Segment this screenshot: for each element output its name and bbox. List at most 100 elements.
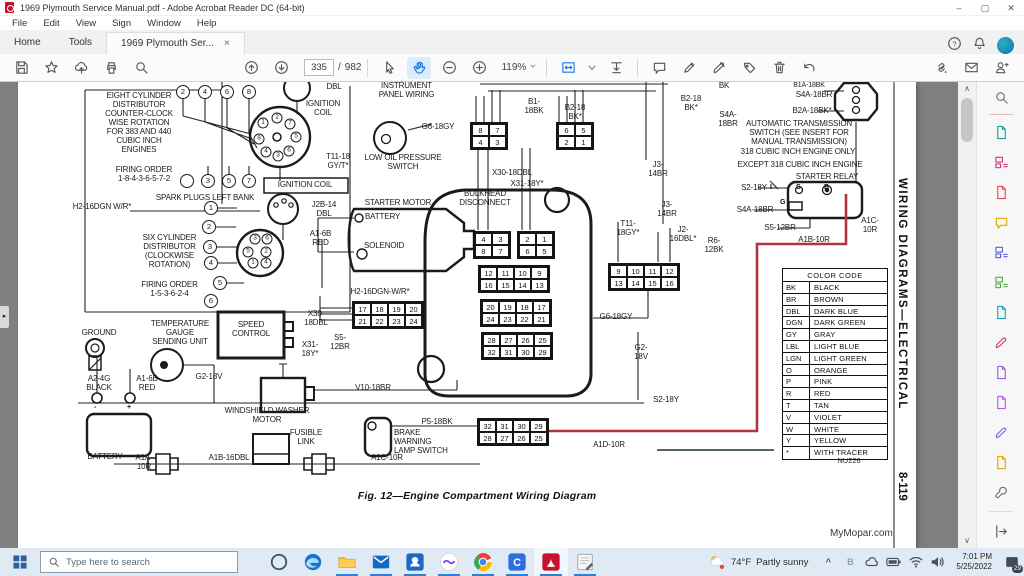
minimize-button[interactable]: – [946, 0, 972, 16]
start-button[interactable] [0, 548, 40, 576]
next-page-button[interactable] [269, 57, 293, 79]
volume-icon[interactable] [928, 548, 948, 576]
rail-tool-scan-ocr[interactable] [977, 297, 1024, 327]
taskbar-app-teams-app[interactable] [398, 548, 432, 576]
page-fit-caret[interactable] [586, 57, 598, 79]
taskbar-app-sticky-notes[interactable] [568, 548, 602, 576]
rail-tool-collapse-rail[interactable] [977, 516, 1024, 546]
rail-tool-compress-pdf[interactable] [977, 387, 1024, 417]
page-fit-button[interactable] [556, 57, 580, 79]
connector-cell: 14 [514, 279, 531, 291]
share-people-button[interactable] [989, 57, 1013, 79]
vertical-scrollbar[interactable]: ∧ ∨ [958, 82, 976, 548]
menu-item-sign[interactable]: Sign [104, 18, 139, 29]
taskbar-app-chrome[interactable] [466, 548, 500, 576]
sign-button[interactable] [707, 57, 731, 79]
rail-tool-protect[interactable] [977, 357, 1024, 387]
tab-home[interactable]: Home [0, 30, 55, 54]
comment-button[interactable] [647, 57, 671, 79]
title-bar: 1969 Plymouth Service Manual.pdf - Adobe… [0, 0, 1024, 16]
zoom-level-select[interactable]: 119% [498, 61, 540, 74]
diagram-label: S5- 12BR [320, 334, 360, 352]
connector-cell: 8 [472, 124, 489, 136]
share-link-button[interactable] [929, 57, 953, 79]
find-button[interactable] [129, 57, 153, 79]
rail-tool-search-document[interactable] [977, 82, 1024, 112]
color-code-name: LIGHT BLUE [810, 341, 860, 352]
taskbar-app-cortana[interactable] [262, 548, 296, 576]
rail-tool-request-signatures[interactable] [977, 447, 1024, 477]
taskbar-app-acrobat[interactable] [534, 548, 568, 576]
taskbar-app-file-explorer[interactable] [330, 548, 364, 576]
weather-widget[interactable]: 74°F Partly sunny [700, 553, 816, 571]
taskbar-app-c-app[interactable]: C [500, 548, 534, 576]
print-button[interactable] [99, 57, 123, 79]
spark-plug-number: 3 [250, 234, 261, 245]
connector-cell: 2 [558, 136, 575, 148]
chevron-down-icon [529, 62, 537, 73]
connector-cell: 12 [661, 265, 678, 277]
tab-tools[interactable]: Tools [55, 30, 106, 54]
diagram-label: BATTERY [365, 213, 423, 222]
menu-item-help[interactable]: Help [189, 18, 225, 29]
menu-item-view[interactable]: View [68, 18, 104, 29]
zoom-in-button[interactable] [467, 57, 491, 79]
delete-button[interactable] [767, 57, 791, 79]
favorite-star-button[interactable] [39, 57, 63, 79]
help-icon[interactable]: ? [947, 36, 962, 54]
taskbar-app-round-app[interactable] [432, 548, 466, 576]
email-button[interactable] [959, 57, 983, 79]
zoom-out-button[interactable] [437, 57, 461, 79]
rail-tool-redact[interactable] [977, 327, 1024, 357]
tab-1969-plymouth-ser-[interactable]: 1969 Plymouth Ser...× [106, 32, 245, 54]
rail-tool-create-pdf[interactable] [977, 177, 1024, 207]
menu-item-window[interactable]: Window [139, 18, 189, 29]
taskbar-search[interactable]: Type here to search [40, 551, 238, 573]
maximize-button[interactable]: ▢ [972, 0, 998, 16]
fill-sign-button[interactable] [737, 57, 761, 79]
spark-plug-number: 5 [222, 174, 236, 188]
wifi-icon[interactable] [906, 548, 926, 576]
select-tool-button[interactable] [377, 57, 401, 79]
menu-item-file[interactable]: File [4, 18, 35, 29]
taskbar-app-mail[interactable] [364, 548, 398, 576]
tab-close-icon[interactable]: × [224, 38, 230, 49]
connector-cell: 30 [517, 346, 534, 358]
rail-tool-comment[interactable] [977, 207, 1024, 237]
user-avatar[interactable] [997, 37, 1014, 54]
onedrive-cloud-icon[interactable] [862, 548, 882, 576]
scroll-up-arrow[interactable]: ∧ [958, 82, 976, 96]
notification-bell-icon[interactable] [972, 36, 987, 54]
left-panel-toggle[interactable]: ▸ [0, 306, 9, 328]
taskbar-clock[interactable]: 7:01 PM 5/25/2022 [950, 552, 998, 572]
close-button[interactable]: ✕ [998, 0, 1024, 16]
rail-tool-organize-pages[interactable] [977, 267, 1024, 297]
diagram-label: SPARK PLUGS LEFT BANK [116, 194, 294, 203]
rail-tool-export-pdf[interactable] [977, 117, 1024, 147]
menu-item-edit[interactable]: Edit [35, 18, 67, 29]
ruler-tool-button[interactable] [604, 57, 628, 79]
rail-tool-more-tools[interactable] [977, 477, 1024, 507]
scrollbar-thumb[interactable] [961, 98, 973, 142]
battery-icon[interactable] [884, 548, 904, 576]
connector-cell: 25 [534, 334, 551, 346]
color-code-row: VVIOLET [783, 412, 887, 424]
tray-chevron[interactable]: ^ [818, 548, 838, 576]
rail-tool-fill-and-sign[interactable] [977, 417, 1024, 447]
upload-cloud-button[interactable] [69, 57, 93, 79]
previous-page-button[interactable] [239, 57, 263, 79]
diagram-label: J2B-14 DBL [299, 201, 349, 219]
hand-tool-button[interactable] [407, 57, 431, 79]
tray-app-b[interactable]: B [840, 548, 860, 576]
undo-button[interactable] [797, 57, 821, 79]
highlight-button[interactable] [677, 57, 701, 79]
spark-plug-number: 7 [242, 174, 256, 188]
save-button[interactable] [9, 57, 33, 79]
action-center-icon[interactable]: 29 [1000, 548, 1024, 576]
taskbar-app-edge[interactable] [296, 548, 330, 576]
rail-tool-edit-pdf[interactable] [977, 147, 1024, 177]
page-number-input[interactable] [304, 59, 334, 76]
rail-tool-combine-files[interactable] [977, 237, 1024, 267]
margin-title: WIRING DIAGRAMS—ELECTRICAL [896, 178, 908, 470]
scroll-down-arrow[interactable]: ∨ [958, 534, 976, 548]
